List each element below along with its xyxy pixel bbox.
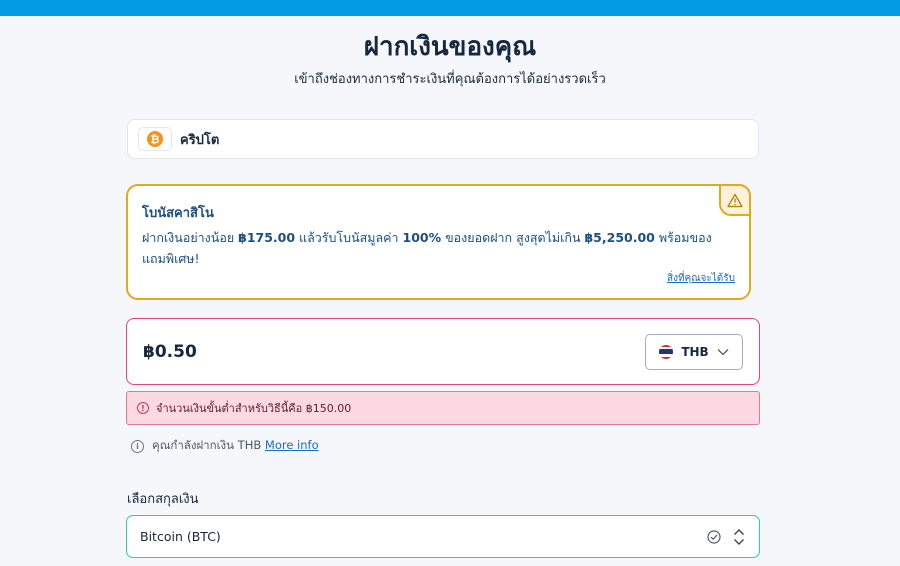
amount-input[interactable]: ฿0.50: [143, 342, 197, 362]
bonus-percent: 100%: [402, 230, 442, 245]
thailand-flag-icon: [659, 344, 674, 359]
chevron-down-icon: [717, 348, 729, 355]
bonus-description: ฝากเงินอย่างน้อย ฿175.00 แล้วรับโบนัสมูล…: [142, 230, 712, 266]
bonus-details-link[interactable]: สิ่งที่คุณจะได้รับ: [667, 271, 735, 286]
currency-dropdown[interactable]: THB: [645, 333, 743, 370]
method-icon-box: ₿: [138, 127, 172, 151]
select-currency-label: เลือกสกุลเงิน: [127, 492, 199, 507]
amount-input-card[interactable]: ฿0.50 THB: [126, 318, 760, 385]
info-circle-icon: i: [131, 439, 144, 453]
page-subtitle: เข้าถึงช่องทางการชำระเงินที่คุณต้องการได…: [294, 72, 606, 87]
selected-currency: Bitcoin (BTC): [140, 529, 221, 544]
crypto-currency-select[interactable]: Bitcoin (BTC): [126, 515, 760, 558]
min-amount-error: ! จำนวนเงินขั้นต่ำสำหรับวิธีนี้คือ ฿150.…: [126, 391, 760, 425]
bitcoin-icon: ₿: [147, 131, 163, 147]
payment-method-label: คริปโต: [180, 132, 220, 148]
payment-method-card[interactable]: ₿ คริปโต: [127, 119, 759, 159]
bonus-min-amount: ฿175.00: [238, 230, 296, 245]
check-circle-icon: [707, 529, 721, 544]
error-message: จำนวนเงินขั้นต่ำสำหรับวิธีนี้คือ ฿150.00: [156, 402, 352, 415]
info-text: คุณกำลังฝากเงิน THB: [152, 438, 262, 452]
deposit-currency-info: i คุณกำลังฝากเงิน THB More info: [131, 437, 319, 455]
page-title: ฝากเงินของคุณ: [363, 32, 537, 62]
top-bar: [0, 0, 900, 16]
chevron-updown-icon[interactable]: [733, 528, 745, 546]
bonus-title: โบนัสคาสิโน: [142, 206, 214, 221]
warning-triangle-icon: [719, 184, 751, 216]
bonus-max-amount: ฿5,250.00: [584, 230, 655, 245]
more-info-link[interactable]: More info: [265, 438, 319, 452]
currency-code: THB: [681, 344, 709, 359]
casino-bonus-card: โบนัสคาสิโน ฝากเงินอย่างน้อย ฿175.00 แล้…: [126, 184, 751, 300]
exclamation-circle-icon: !: [137, 402, 149, 414]
